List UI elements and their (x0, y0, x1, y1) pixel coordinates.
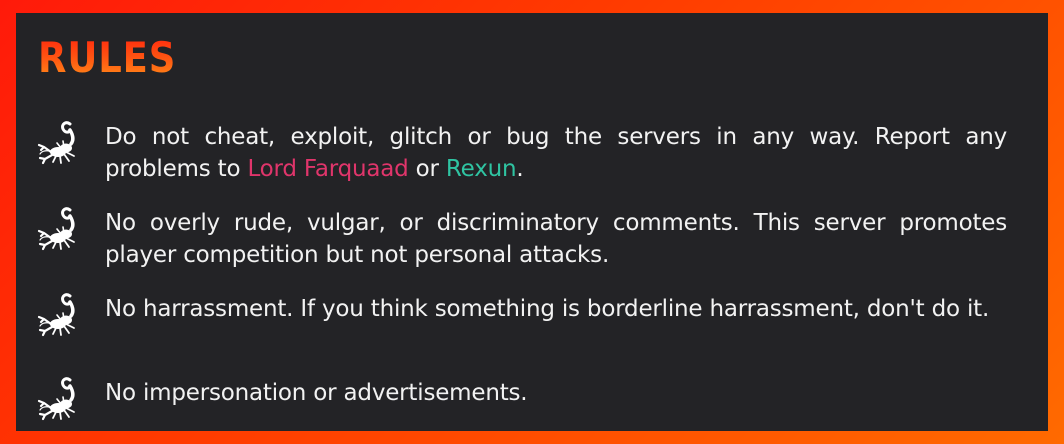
user-link-lord-farquaad[interactable]: Lord Farquaad (247, 156, 408, 182)
scorpion-icon (37, 121, 75, 165)
rule-text-2: No overly rude, vulgar, or discriminator… (105, 210, 1007, 268)
scorpion-icon (37, 207, 75, 251)
page-title: RULES (38, 33, 177, 82)
scorpion-icon (37, 377, 75, 421)
user-link-rexun[interactable]: Rexun (446, 156, 517, 182)
rule-text-3: No harrassment. If you think something i… (105, 296, 990, 322)
rules-panel: RULES Do not cheat, exploit, glitch or b… (16, 13, 1048, 431)
rule-text-segment: . (516, 156, 524, 182)
scorpion-icon (37, 293, 75, 337)
rule-text-4: No impersonation or advertisements. (105, 380, 528, 406)
rule-text-1: Do not cheat, exploit, glitch or bug the… (105, 121, 1007, 185)
rule-text-segment: Do not cheat, exploit, glitch or bug the… (105, 124, 1007, 182)
rule-text-segment: or (408, 156, 446, 182)
